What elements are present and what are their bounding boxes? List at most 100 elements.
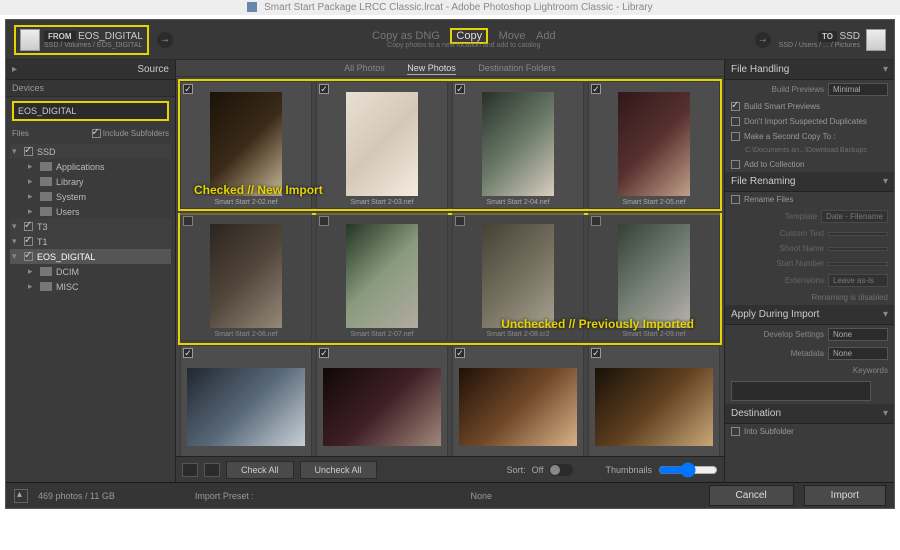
thumbnail-filename: Smart Start 2-08.cr2 [453,331,583,338]
destination-header[interactable]: Destination▾ [725,404,894,424]
from-source-selector[interactable]: FROM EOS_DIGITAL SSD / Volumes / EOS_DIG… [14,25,149,55]
tree-folder[interactable]: ▸DCIM [10,264,171,279]
tree-folder[interactable]: ▸ Applications [10,159,171,174]
file-renaming-header[interactable]: File Renaming▾ [725,172,894,192]
thumbnail-cell[interactable]: ✓ [452,345,584,456]
rename-files-toggle[interactable]: Rename Files [725,192,894,207]
chevron-right-icon: ▸ [28,266,36,277]
chevron-right-icon: ▸ [28,281,36,292]
tree-folder[interactable]: ▸Users [10,204,171,219]
template-select[interactable]: Date - Filename [821,210,888,223]
tab-new-photos[interactable]: New Photos [407,63,456,75]
sort-direction-toggle[interactable] [549,464,573,476]
chevron-down-icon: ▾ [12,251,20,262]
thumbnail-cell[interactable]: ✓ [180,345,312,456]
extensions-select[interactable]: Leave as-is [828,274,888,287]
photo-thumbnail [595,368,713,446]
document-icon [247,2,257,12]
uncheck-all-button[interactable]: Uncheck All [300,461,377,479]
custom-text-input[interactable] [828,232,888,236]
tab-destination-folders[interactable]: Destination Folders [478,63,556,73]
chevron-right-icon: ▸ [28,161,36,172]
file-handling-header[interactable]: File Handling▾ [725,60,894,80]
import-checkbox[interactable]: ✓ [319,84,329,94]
import-checkbox[interactable] [319,216,329,226]
folder-label: Applications [56,162,105,172]
check-all-button[interactable]: Check All [226,461,294,479]
chevron-down-icon: ▾ [883,64,888,75]
files-label: Files [12,129,29,138]
source-panel-header[interactable]: ▸ Source [6,60,175,80]
to-destination-selector[interactable]: TO SSD SSD / Users / ... / Pictures [779,29,886,51]
loupe-view-icon[interactable] [204,463,220,477]
expand-icon[interactable] [14,489,28,503]
thumbnail-grid[interactable]: Checked // New Import Unchecked // Previ… [176,77,724,456]
sort-value[interactable]: Off [532,465,544,475]
tree-folder[interactable]: ▸MISC [10,279,171,294]
import-checkbox[interactable]: ✓ [455,348,465,358]
tree-folder[interactable]: ▸Library [10,174,171,189]
grid-view-icon[interactable] [182,463,198,477]
window-title: Smart Start Package LRCC Classic.lrcat -… [264,2,653,13]
into-subfolder-toggle[interactable]: Into Subfolder [725,424,894,439]
metadata-select[interactable]: None [828,347,888,360]
second-copy-toggle[interactable]: Make a Second Copy To : [725,129,894,144]
photo-thumbnail [459,368,577,446]
include-subfolders-toggle[interactable]: Include Subfolders [92,129,170,138]
thumbnail-cell[interactable]: ✓Smart Start 2-04.nef [452,81,584,209]
import-checkbox[interactable]: ✓ [319,348,329,358]
keywords-input[interactable] [731,381,871,401]
template-label: Template [731,212,817,221]
thumbnail-size-slider[interactable] [658,462,718,478]
callout-unchecked: Unchecked // Previously Imported [501,317,694,331]
tree-volume[interactable]: ▾T1 [10,234,171,249]
checkbox-icon [731,160,740,169]
mode-move[interactable]: Move [499,30,526,42]
tree-volume[interactable]: ▾EOS_DIGITAL [10,249,171,264]
cancel-button[interactable]: Cancel [709,485,794,506]
import-checkbox[interactable]: ✓ [591,84,601,94]
tab-all-photos[interactable]: All Photos [344,63,385,73]
thumbnail-cell[interactable]: ✓Smart Start 2-03.nef [316,81,448,209]
import-checkbox[interactable]: ✓ [183,84,193,94]
thumbnail-filename: Smart Start 2-07.nef [317,331,447,338]
import-button[interactable]: Import [804,485,886,506]
thumbnail-cell[interactable]: Smart Start 2-07.nef [316,213,448,341]
tree-volume[interactable]: ▾T3 [10,219,171,234]
thumbnail-cell[interactable]: ✓ [588,345,720,456]
photo-thumbnail [482,224,554,328]
tree-volume[interactable]: ▾SSD [10,144,171,159]
tree-folder[interactable]: ▸System [10,189,171,204]
thumbnail-cell[interactable]: ✓Smart Start 2-05.nef [588,81,720,209]
chevron-down-icon: ▾ [883,309,888,320]
shoot-name-input[interactable] [828,247,888,251]
import-checkbox[interactable]: ✓ [183,348,193,358]
to-path: SSD / Users / ... / Pictures [779,42,860,49]
mode-add[interactable]: Add [536,30,556,42]
photo-thumbnail [187,368,305,446]
thumbnail-cell[interactable]: ✓ [316,345,448,456]
import-checkbox[interactable] [183,216,193,226]
status-text: 469 photos / 11 GB [38,491,115,501]
thumbnail-cell[interactable]: Smart Start 2-06.nef [180,213,312,341]
import-preset-value[interactable]: None [470,491,492,501]
start-number-input[interactable] [828,262,888,266]
chevron-down-icon: ▾ [12,146,20,157]
import-checkbox[interactable]: ✓ [455,84,465,94]
import-checkbox[interactable] [455,216,465,226]
mode-copy-as-dng[interactable]: Copy as DNG [372,30,440,42]
renaming-disabled-note: Renaming is disabled [812,293,889,302]
add-to-collection-toggle[interactable]: Add to Collection [725,157,894,172]
import-checkbox[interactable]: ✓ [591,348,601,358]
second-copy-path: C:\Documents an...\Download Backups [731,147,867,154]
checkbox-icon [24,147,33,156]
import-dialog: FROM EOS_DIGITAL SSD / Volumes / EOS_DIG… [5,19,895,509]
callout-checked: Checked // New Import [194,183,323,197]
build-previews-select[interactable]: Minimal [828,83,888,96]
import-checkbox[interactable] [591,216,601,226]
apply-during-import-header[interactable]: Apply During Import▾ [725,305,894,325]
develop-settings-select[interactable]: None [828,328,888,341]
selected-device[interactable]: EOS_DIGITAL [12,101,169,121]
suspected-duplicates-toggle[interactable]: Don't Import Suspected Duplicates [725,114,894,129]
smart-previews-toggle[interactable]: Build Smart Previews [725,99,894,114]
